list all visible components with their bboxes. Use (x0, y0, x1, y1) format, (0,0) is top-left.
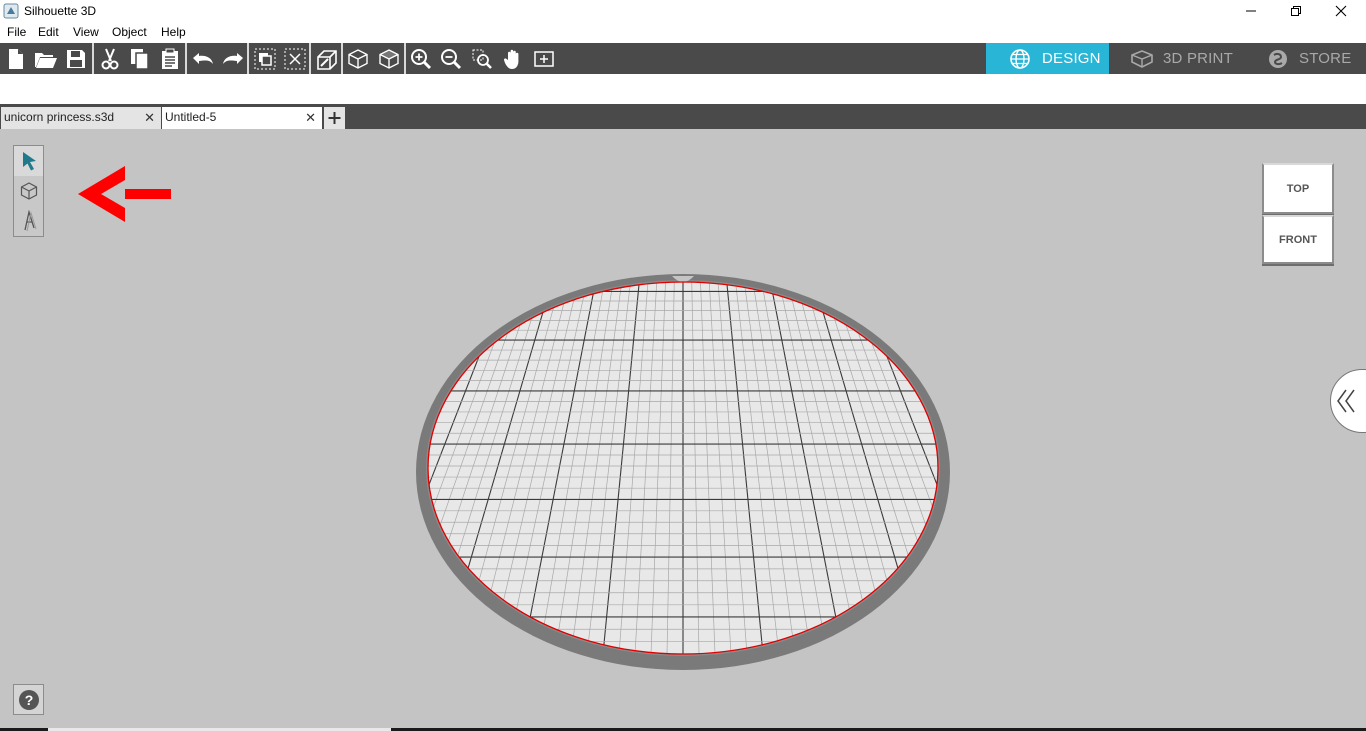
group-button[interactable] (249, 43, 280, 74)
zoom-out-button[interactable] (435, 43, 466, 74)
copy-button[interactable] (124, 43, 155, 74)
cut-icon (101, 48, 118, 69)
top-view-label: TOP (1286, 182, 1310, 195)
globe-icon (1010, 48, 1030, 69)
window-title: Silhouette 3D (24, 4, 97, 18)
pan-hand-icon (503, 49, 518, 69)
document-tab-label: Untitled-5 (165, 110, 217, 124)
tool-palette (13, 145, 44, 237)
store-mode-tab[interactable]: STORE (1243, 43, 1366, 74)
title-bar: Silhouette 3D (0, 0, 1366, 22)
svg-text:?: ? (24, 692, 33, 708)
menu-object[interactable]: Object (112, 25, 147, 39)
menu-help[interactable]: Help (161, 25, 186, 39)
3d-print-icon (1131, 49, 1153, 68)
open-button[interactable] (30, 43, 61, 74)
document-tab[interactable]: unicorn princess.s3d ✕ (1, 107, 161, 129)
menu-file[interactable]: File (7, 25, 26, 39)
select-tool-button[interactable] (14, 146, 43, 176)
close-tab-icon[interactable]: ✕ (305, 110, 316, 126)
help-button[interactable]: ? (13, 684, 44, 715)
document-tab-bar: unicorn princess.s3d ✕ Untitled-5 ✕ (0, 104, 1366, 129)
minimize-icon (1246, 10, 1256, 12)
undo-button[interactable] (187, 43, 218, 74)
redo-icon (222, 52, 243, 64)
3d-text-icon (23, 210, 36, 232)
cut-button[interactable] (94, 43, 125, 74)
front-view-button[interactable]: FRONT (1262, 215, 1334, 264)
cube-icon (378, 48, 399, 69)
save-icon (66, 49, 85, 68)
zoom-in-icon (410, 48, 431, 69)
ungroup-icon (284, 48, 305, 69)
cube-button[interactable] (373, 43, 404, 74)
save-button[interactable] (60, 43, 91, 74)
paste-icon (161, 48, 178, 69)
group-icon (254, 48, 275, 69)
restore-button[interactable] (1273, 0, 1319, 22)
text-tool-button[interactable] (14, 206, 43, 236)
shape-tool-button[interactable] (14, 176, 43, 206)
menu-view[interactable]: View (73, 25, 99, 39)
select-arrow-icon (22, 152, 36, 171)
pan-button[interactable] (497, 43, 528, 74)
restore-icon (1291, 6, 1301, 16)
cube-icon (20, 182, 37, 200)
front-view-label: FRONT (1279, 233, 1317, 246)
undo-icon (192, 52, 213, 64)
zoom-in-button[interactable] (405, 43, 436, 74)
print-mode-tab[interactable]: 3D PRINT (1109, 43, 1243, 74)
fit-page-icon (533, 50, 554, 67)
minimize-button[interactable] (1228, 0, 1274, 22)
ungroup-button[interactable] (279, 43, 310, 74)
open-folder-icon (34, 52, 57, 68)
fit-page-button[interactable] (528, 43, 559, 74)
close-window-button[interactable] (1318, 0, 1364, 22)
menu-edit[interactable]: Edit (38, 25, 59, 39)
design-canvas[interactable] (0, 129, 1366, 728)
store-icon (1269, 49, 1287, 68)
cube-outline-icon (347, 48, 368, 69)
paste-button[interactable] (154, 43, 185, 74)
design-mode-tab[interactable]: DESIGN (986, 43, 1109, 74)
menu-bar: File Edit View Object Help (0, 22, 1366, 43)
help-icon: ? (18, 689, 39, 710)
document-tab-active[interactable]: Untitled-5 ✕ (162, 107, 322, 129)
extrude-icon (316, 49, 337, 70)
top-view-button[interactable]: TOP (1262, 163, 1334, 214)
copy-icon (130, 48, 149, 70)
new-file-button[interactable] (0, 43, 31, 74)
new-tab-button[interactable] (324, 107, 345, 129)
extrude-button[interactable] (311, 43, 342, 74)
zoom-selection-icon (472, 49, 492, 69)
cube-outline-button[interactable] (342, 43, 373, 74)
double-chevron-left-icon (1337, 389, 1355, 413)
zoom-selection-button[interactable] (466, 43, 497, 74)
document-tab-label: unicorn princess.s3d (4, 110, 115, 124)
design-mode-label: DESIGN (1042, 50, 1101, 67)
main-toolbar: DESIGN 3D PRINT STORE (0, 43, 1366, 74)
zoom-out-icon (440, 48, 461, 69)
toolbar-spacer (0, 74, 1366, 104)
redo-button[interactable] (217, 43, 248, 74)
close-icon (1335, 5, 1347, 17)
new-file-icon (8, 48, 23, 69)
close-tab-icon[interactable]: ✕ (144, 110, 155, 126)
store-mode-label: STORE (1299, 50, 1352, 67)
app-logo-icon (3, 3, 19, 19)
print-mode-label: 3D PRINT (1163, 50, 1233, 67)
plus-icon (328, 112, 341, 124)
